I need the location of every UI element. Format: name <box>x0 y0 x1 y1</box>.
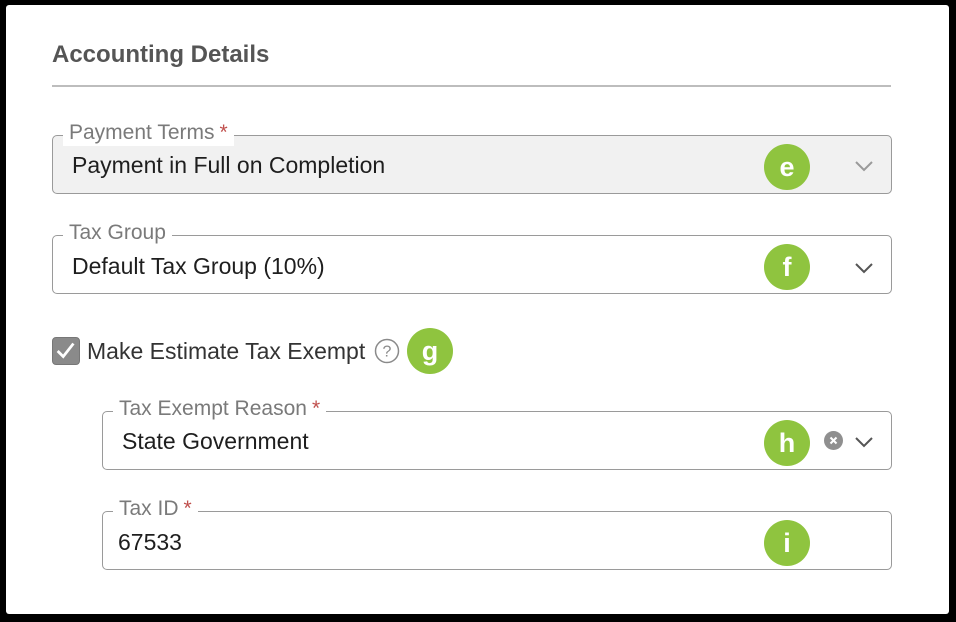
marker-h: h <box>764 420 810 466</box>
tax-group-label: Tax Group <box>63 220 172 246</box>
required-asterisk: * <box>311 397 321 420</box>
payment-terms-label: Payment Terms * <box>63 120 234 146</box>
marker-g: g <box>407 328 453 374</box>
tax-exempt-checkbox[interactable] <box>52 337 80 365</box>
section-divider <box>52 85 891 87</box>
accounting-details-panel: Accounting Details Payment Terms * Paymen… <box>6 5 949 614</box>
tax-group-label-text: Tax Group <box>69 221 166 244</box>
clear-icon[interactable] <box>824 431 843 450</box>
payment-terms-label-text: Payment Terms <box>69 121 215 144</box>
marker-e: e <box>764 144 810 190</box>
tax-id-value[interactable]: 67533 <box>118 528 182 556</box>
marker-f: f <box>764 244 810 290</box>
tax-exempt-label[interactable]: Make Estimate Tax Exempt <box>87 337 365 365</box>
chevron-down-icon[interactable] <box>851 154 877 178</box>
required-asterisk: * <box>219 121 228 144</box>
marker-i: i <box>764 520 810 566</box>
required-asterisk: * <box>183 497 192 520</box>
help-icon[interactable]: ? <box>374 338 400 364</box>
payment-terms-value: Payment in Full on Completion <box>72 152 386 178</box>
chevron-down-icon[interactable] <box>851 430 877 454</box>
checkmark-icon <box>56 342 75 359</box>
section-title: Accounting Details <box>52 41 270 68</box>
tax-id-label-text: Tax ID <box>119 497 179 520</box>
svg-text:?: ? <box>383 344 392 361</box>
chevron-down-icon[interactable] <box>851 256 877 280</box>
tax-group-value: Default Tax Group (10%) <box>72 253 325 279</box>
tax-exempt-reason-label-text: Tax Exempt Reason <box>119 397 307 420</box>
tax-exempt-reason-value: State Government <box>122 428 309 454</box>
tax-id-label: Tax ID * <box>113 496 198 522</box>
tax-exempt-reason-label: Tax Exempt Reason * <box>113 396 327 422</box>
